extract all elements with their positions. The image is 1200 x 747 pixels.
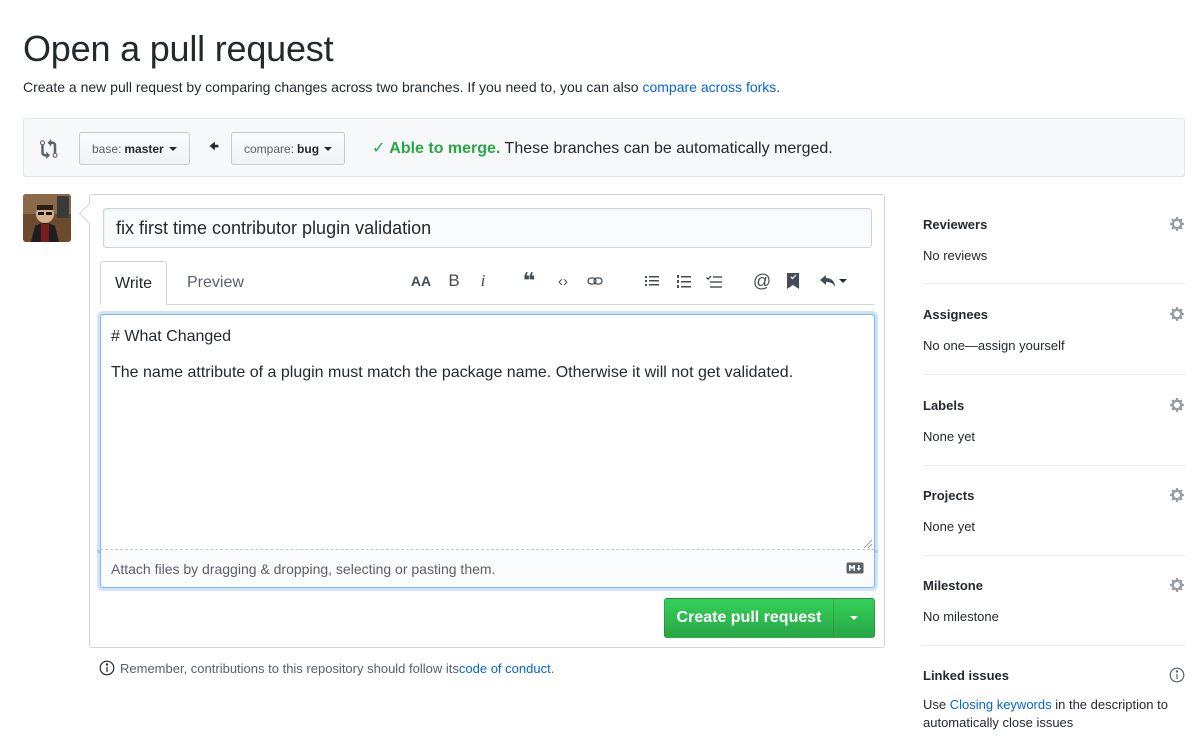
chevron-down-icon [168,146,177,151]
milestone-value: No milestone [923,609,999,624]
chevron-down-icon [838,279,847,283]
create-pull-request-label[interactable]: Create pull request [665,599,834,637]
bold-icon[interactable]: B [443,267,465,295]
compare-branch-selector[interactable]: compare: bug [231,132,346,165]
compare-prefix: compare: [244,141,295,156]
link-icon[interactable] [584,267,606,295]
sidebar-labels: Labels None yet [923,398,1185,466]
sidebar-reviewers: Reviewers No reviews [923,217,1185,284]
ordered-list-icon[interactable] [673,267,695,295]
tab-write[interactable]: Write [100,261,168,305]
reply-icon[interactable] [816,267,850,295]
reviewers-value: No reviews [923,248,988,263]
sidebar-linked-issues: Linked issues Use Closing keywords in th… [923,667,1187,738]
base-prefix: base: [92,141,122,156]
code-of-conduct-link[interactable]: code of conduct [459,661,551,676]
resize-handle-icon[interactable] [863,539,873,549]
reviewers-title[interactable]: Reviewers [923,217,987,232]
conduct-text: Remember, contributions to this reposito… [120,660,459,676]
compare-branch-name: bug [297,141,320,156]
subtitle-period: . [776,79,781,95]
gear-icon[interactable] [1169,216,1185,232]
code-icon[interactable]: ‹› [552,267,574,295]
merge-status-text: These branches can be automatically merg… [500,140,833,157]
milestone-title[interactable]: Milestone [923,578,983,593]
assignees-title[interactable]: Assignees [923,307,988,322]
projects-title[interactable]: Projects [923,488,974,503]
able-to-merge-label: ✓ Able to merge. [372,140,501,157]
base-branch-name: master [124,141,164,156]
chevron-down-icon [850,616,858,620]
conduct-period: . [550,660,555,676]
tab-preview[interactable]: Preview [173,261,258,305]
projects-value: None yet [923,519,976,534]
assignees-value[interactable]: No one—assign yourself [923,337,1065,355]
linked-issues-title: Linked issues [923,668,1009,683]
quote-icon[interactable]: ❝ [518,267,540,295]
page-subtitle: Create a new pull request by comparing c… [23,79,780,95]
unordered-list-icon[interactable] [641,267,663,295]
avatar-image [23,194,71,242]
create-options-dropdown[interactable] [834,599,874,637]
quote-glyph: ❝ [522,268,536,293]
gear-icon[interactable] [1169,487,1185,503]
info-icon [99,660,115,676]
italic-glyph: i [480,271,486,290]
header-text-icon[interactable]: AA [410,267,432,295]
bookmark-icon[interactable] [782,267,804,295]
create-pull-request-button[interactable]: Create pull request [664,598,875,638]
pr-body-textarea[interactable]: # What Changed The name attribute of a p… [100,314,875,550]
attach-files-bar[interactable]: Attach files by dragging & dropping, sel… [100,550,875,588]
base-branch-selector[interactable]: base: master [79,132,190,165]
compare-across-forks-link[interactable]: compare across forks [642,79,776,95]
linked-issues-value: Use Closing keywords in the description … [923,696,1187,732]
branch-range-bar: base: master compare: bug ✓ Able to merg… [23,118,1185,177]
italic-icon[interactable]: i [472,267,494,295]
mention-icon[interactable]: @ [751,267,773,295]
chevron-down-icon [324,146,333,151]
mention-glyph: @ [752,270,772,291]
attach-files-text: Attach files by dragging & dropping, sel… [111,561,496,577]
code-glyph: ‹› [558,272,568,290]
git-compare-icon [40,139,58,159]
page-title: Open a pull request [23,28,334,69]
markdown-icon [846,562,864,574]
sidebar-projects: Projects None yet [923,488,1185,556]
subtitle-text: Create a new pull request by comparing c… [23,79,643,95]
labels-title[interactable]: Labels [923,398,964,413]
labels-value: None yet [923,429,976,444]
gear-icon[interactable] [1169,306,1185,322]
sidebar-milestone: Milestone No milestone [923,578,1185,646]
sidebar-assignees: Assignees No one—assign yourself [923,307,1185,375]
linked-prefix: Use [923,697,950,712]
pull-request-composer: Write Preview AA B i ❝ ‹› @ # What Chang… [89,194,885,648]
bold-glyph: B [448,271,460,290]
merge-status: ✓ Able to merge. These branches can be a… [372,138,833,158]
task-list-icon[interactable] [703,267,725,295]
gear-icon[interactable] [1169,397,1185,413]
code-of-conduct-note: Remember, contributions to this reposito… [99,660,554,676]
header-text-glyph: AA [410,273,432,289]
closing-keywords-link[interactable]: Closing keywords [950,697,1052,712]
gear-icon[interactable] [1169,577,1185,593]
tab-divider [100,304,874,305]
pr-title-input[interactable] [103,208,872,248]
arrow-left-icon [209,141,219,151]
info-icon[interactable] [1169,667,1185,683]
avatar[interactable] [23,194,71,242]
